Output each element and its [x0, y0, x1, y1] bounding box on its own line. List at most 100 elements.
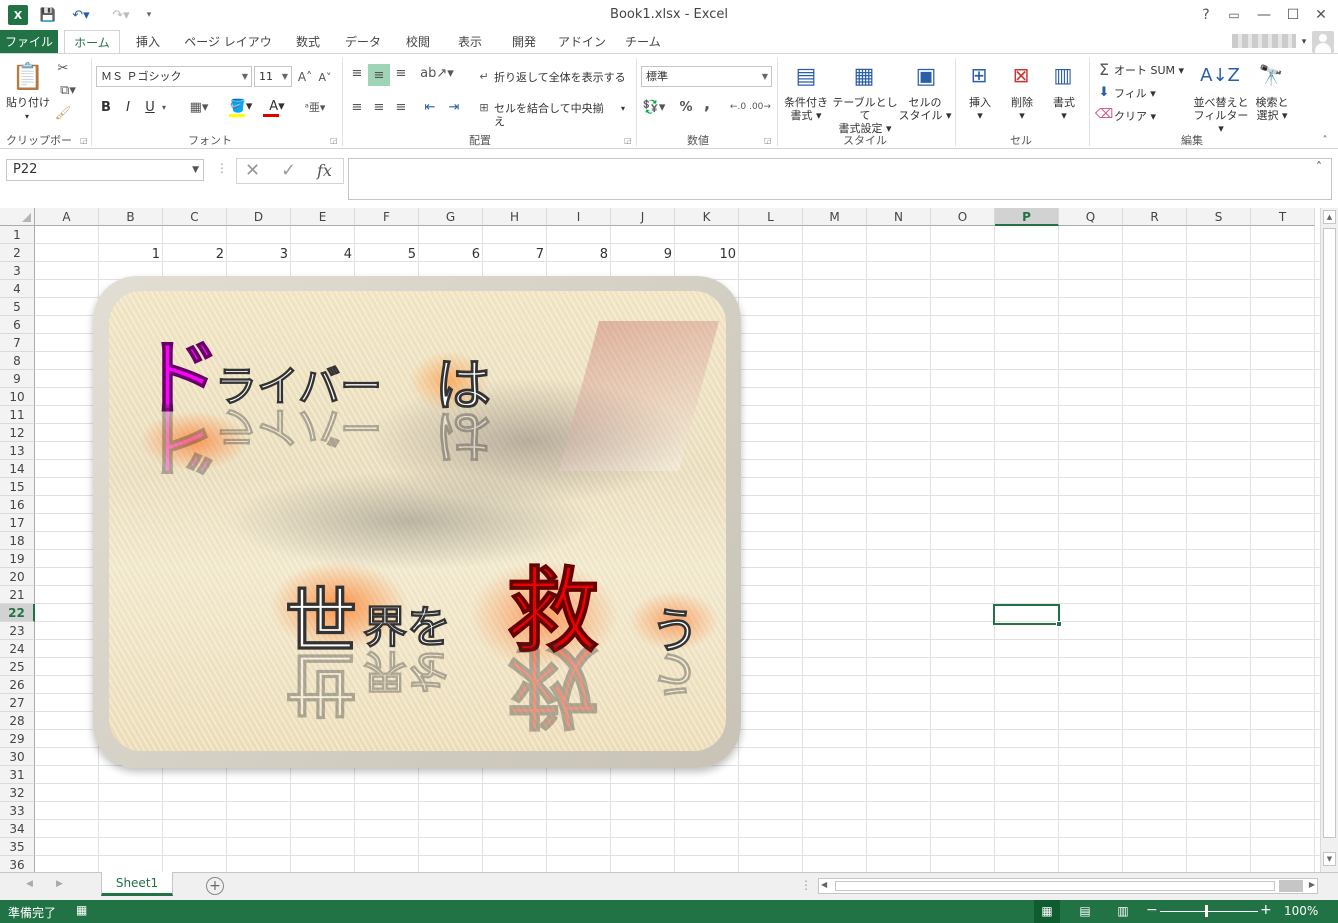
column-header-p[interactable]: P	[995, 208, 1059, 226]
active-cell[interactable]	[993, 604, 1062, 627]
row-header-17[interactable]: 17	[0, 514, 35, 532]
normal-view-icon[interactable]: ▦	[1034, 900, 1060, 923]
align-bottom-icon[interactable]: ≡	[392, 64, 410, 82]
row-header-5[interactable]: 5	[0, 298, 35, 316]
tab-developer[interactable]: 開発	[502, 30, 546, 54]
row-header-8[interactable]: 8	[0, 352, 35, 370]
zoom-out-icon[interactable]: −	[1146, 902, 1158, 918]
tab-view[interactable]: 表示	[450, 30, 490, 54]
row-header-29[interactable]: 29	[0, 730, 35, 748]
row-header-13[interactable]: 13	[0, 442, 35, 460]
conditional-format-button[interactable]: 条件付き 書式 ▾	[780, 96, 832, 122]
row-header-27[interactable]: 27	[0, 694, 35, 712]
clipboard-launcher-icon[interactable]: ◲	[80, 136, 88, 145]
account-dropdown-icon[interactable]: ▾	[1298, 30, 1310, 54]
row-header-7[interactable]: 7	[0, 334, 35, 352]
tab-file[interactable]: ファイル	[0, 30, 58, 54]
decrease-indent-icon[interactable]: ⇤	[420, 98, 440, 116]
cell-d2[interactable]: 3	[227, 246, 291, 264]
format-cells-icon[interactable]: ▥	[1048, 60, 1078, 90]
cell-k2[interactable]: 10	[675, 246, 739, 264]
find-select-icon[interactable]: 🔭	[1256, 60, 1286, 90]
column-header-e[interactable]: E	[291, 208, 355, 226]
page-break-view-icon[interactable]: ▥	[1110, 900, 1136, 923]
row-header-19[interactable]: 19	[0, 550, 35, 568]
scroll-up-icon[interactable]: ▲	[1323, 210, 1336, 224]
row-header-32[interactable]: 32	[0, 784, 35, 802]
sheet-tab-sheet1[interactable]: Sheet1	[101, 872, 173, 896]
merge-center-button[interactable]: セルを結合して中央揃え	[494, 102, 614, 128]
ribbon-display-options-button[interactable]: ▭	[1221, 4, 1247, 26]
column-header-a[interactable]: A	[35, 208, 99, 226]
row-header-36[interactable]: 36	[0, 856, 35, 872]
row-header-3[interactable]: 3	[0, 262, 35, 280]
delete-cells-button[interactable]: 削除 ▾	[1004, 96, 1040, 122]
format-as-table-icon[interactable]: ▦	[848, 60, 880, 92]
row-header-22[interactable]: 22	[0, 604, 35, 622]
row-header-4[interactable]: 4	[0, 280, 35, 298]
expand-formula-bar-icon[interactable]: ˄	[1316, 160, 1322, 174]
row-header-6[interactable]: 6	[0, 316, 35, 334]
row-header-10[interactable]: 10	[0, 388, 35, 406]
format-cells-button[interactable]: 書式 ▾	[1046, 96, 1082, 122]
paste-dropdown-icon[interactable]: ▾	[22, 110, 32, 123]
underline-button[interactable]: U	[142, 98, 158, 116]
tab-split-grip-icon[interactable]: ⋮	[800, 878, 812, 892]
row-header-1[interactable]: 1	[0, 226, 35, 244]
row-header-31[interactable]: 31	[0, 766, 35, 784]
column-header-r[interactable]: R	[1123, 208, 1187, 226]
column-header-j[interactable]: J	[611, 208, 675, 226]
column-header-o[interactable]: O	[931, 208, 995, 226]
zoom-in-icon[interactable]: +	[1260, 902, 1272, 918]
page-layout-view-icon[interactable]: ▤	[1072, 900, 1098, 923]
row-header-20[interactable]: 20	[0, 568, 35, 586]
wrap-text-button[interactable]: 折り返して全体を表示する	[494, 71, 626, 84]
font-color-icon[interactable]: A▾	[262, 96, 292, 116]
increase-decimal-icon[interactable]: ←.0	[728, 98, 748, 116]
scroll-right-icon[interactable]: ▶	[1309, 880, 1315, 889]
column-header-s[interactable]: S	[1187, 208, 1251, 226]
row-header-18[interactable]: 18	[0, 532, 35, 550]
row-header-25[interactable]: 25	[0, 658, 35, 676]
select-all-corner[interactable]	[0, 208, 35, 226]
borders-icon[interactable]: ▦▾	[184, 98, 214, 116]
find-select-button[interactable]: 検索と 選択 ▾	[1252, 96, 1292, 122]
next-sheet-icon[interactable]: ▶	[56, 879, 63, 889]
row-header-2[interactable]: 2	[0, 244, 35, 262]
cell-e2[interactable]: 4	[291, 246, 355, 264]
zoom-slider[interactable]	[1160, 911, 1258, 912]
vertical-scrollbar[interactable]: ▲ ▼	[1320, 208, 1338, 872]
name-box-dropdown-icon[interactable]: ▼	[192, 160, 199, 180]
sort-filter-button[interactable]: 並べ替えと フィルター ▾	[1190, 96, 1252, 135]
row-header-12[interactable]: 12	[0, 424, 35, 442]
tab-home[interactable]: ホーム	[64, 30, 120, 55]
tab-formulas[interactable]: 数式	[288, 30, 328, 54]
delete-cells-icon[interactable]: ⊠	[1006, 60, 1036, 90]
cell-g2[interactable]: 6	[419, 246, 483, 264]
row-header-14[interactable]: 14	[0, 460, 35, 478]
increase-indent-icon[interactable]: ⇥	[444, 98, 464, 116]
horizontal-scrollbar[interactable]: ◀ ▶	[818, 878, 1318, 894]
alignment-launcher-icon[interactable]: ◲	[624, 136, 632, 145]
clear-icon[interactable]: ⌫	[1095, 106, 1113, 122]
cell-i2[interactable]: 8	[547, 246, 611, 264]
insert-function-button[interactable]: fx	[317, 161, 332, 180]
column-header-m[interactable]: M	[803, 208, 867, 226]
cell-styles-icon[interactable]: ▣	[910, 60, 942, 92]
fill-icon[interactable]: ⬇	[1096, 84, 1112, 100]
new-sheet-icon[interactable]: +	[206, 877, 224, 895]
fill-color-icon[interactable]: 🪣▾	[226, 96, 256, 116]
autosum-icon[interactable]: Σ	[1096, 60, 1112, 79]
minimize-button[interactable]: —	[1251, 4, 1277, 26]
formula-input[interactable]	[348, 158, 1332, 200]
tab-addins[interactable]: アドイン	[556, 30, 608, 54]
row-header-16[interactable]: 16	[0, 496, 35, 514]
name-box[interactable]: P22 ▼	[6, 159, 204, 181]
format-painter-icon[interactable]: 🖌	[54, 104, 72, 122]
paste-icon[interactable]: 📋	[12, 60, 44, 94]
font-launcher-icon[interactable]: ◲	[330, 136, 338, 145]
row-header-11[interactable]: 11	[0, 406, 35, 424]
number-launcher-icon[interactable]: ◲	[764, 136, 772, 145]
align-left-icon[interactable]: ≡	[348, 98, 366, 116]
autosum-button[interactable]: オート SUM ▾	[1114, 64, 1194, 77]
